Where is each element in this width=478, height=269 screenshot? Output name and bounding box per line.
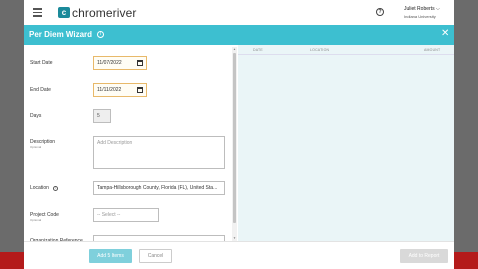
wizard-footer: Add 5 Items Cancel Add to Report (24, 241, 454, 269)
background-strip-left (0, 252, 24, 269)
end-date-label: End Date (30, 87, 51, 93)
help-icon[interactable]: ? (376, 8, 384, 16)
form-scrollbar-thumb[interactable] (233, 53, 236, 223)
per-diem-table: DATE LOCATION AMOUNT (238, 45, 454, 241)
calendar-icon[interactable] (137, 60, 143, 66)
end-date-value: 11/11/2022 (97, 87, 122, 93)
end-date-input[interactable]: 11/11/2022 (93, 83, 147, 97)
location-label: Location (30, 185, 49, 191)
logo-mark-icon: c (58, 7, 70, 18)
project-code-select[interactable]: -- Select -- (93, 208, 159, 222)
days-value: 5 (93, 109, 111, 123)
days-label: Days (30, 113, 42, 119)
description-placeholder: Add Description (97, 140, 133, 146)
add-to-report-button[interactable]: Add to Report (400, 249, 448, 263)
column-header-amount: AMOUNT (424, 48, 441, 52)
info-icon[interactable]: i (97, 31, 104, 38)
project-code-optional: Optional (30, 218, 42, 222)
calendar-icon[interactable] (137, 87, 143, 93)
scroll-down-icon[interactable]: ▼ (233, 236, 236, 240)
add-items-button[interactable]: Add 5 Items (89, 249, 132, 263)
info-icon[interactable]: i (53, 186, 58, 191)
user-org: Indiana University (404, 14, 436, 19)
location-input[interactable]: Tampa-Hillsborough County, Florida (FL),… (93, 181, 225, 195)
app-window: c chromeriver ? Juliet Roberts ⌵ Indiana… (24, 0, 454, 269)
menu-icon[interactable] (33, 8, 42, 17)
background-strip-right (454, 252, 478, 269)
description-optional: Optional (30, 145, 42, 149)
wizard-header: Per Diem Wizard i ✕ (24, 25, 454, 45)
start-date-value: 11/07/2022 (97, 60, 122, 66)
top-bar: c chromeriver ? Juliet Roberts ⌵ Indiana… (24, 0, 454, 25)
table-header: DATE LOCATION AMOUNT (238, 45, 454, 55)
logo: c chromeriver (58, 5, 137, 20)
wizard-title: Per Diem Wizard (29, 30, 93, 39)
column-header-location: LOCATION (310, 48, 330, 52)
description-input[interactable]: Add Description (93, 136, 225, 169)
app-name: chromeriver (72, 5, 137, 20)
cancel-button[interactable]: Cancel (139, 249, 172, 263)
start-date-input[interactable]: 11/07/2022 (93, 56, 147, 70)
scroll-up-icon[interactable]: ▲ (233, 47, 236, 51)
start-date-label: Start Date (30, 60, 53, 66)
user-name[interactable]: Juliet Roberts (404, 6, 435, 12)
location-value: Tampa-Hillsborough County, Florida (FL),… (97, 185, 218, 191)
close-icon[interactable]: ✕ (441, 29, 449, 39)
project-code-placeholder: -- Select -- (97, 212, 121, 218)
column-header-date: DATE (253, 48, 263, 52)
chevron-down-icon[interactable]: ⌵ (436, 6, 440, 12)
